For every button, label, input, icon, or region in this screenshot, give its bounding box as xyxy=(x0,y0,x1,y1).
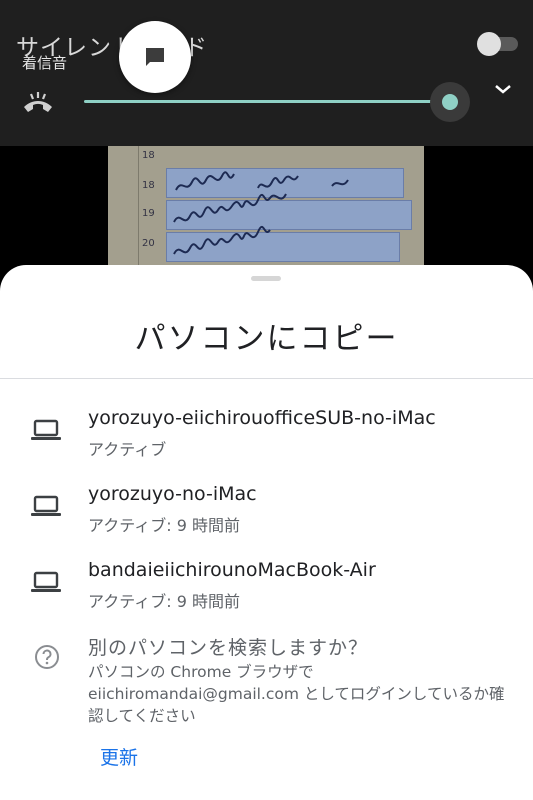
help-icon xyxy=(35,645,59,669)
notebook-photo: 18 18 19 20 xyxy=(108,146,424,276)
device-item[interactable]: yorozuyo-eiichirouofficeSUB-no-iMac アクティ… xyxy=(0,401,533,465)
device-item[interactable]: yorozuyo-no-iMac アクティブ: 9 時間前 xyxy=(0,477,533,541)
device-item[interactable]: bandaieiichirounoMacBook-Air アクティブ: 9 時間… xyxy=(0,553,533,617)
chat-bubble-button[interactable] xyxy=(119,21,191,93)
laptop-icon xyxy=(31,571,61,592)
chat-bubble-icon xyxy=(146,48,164,66)
background-photo-area: 18 18 19 20 xyxy=(0,146,533,276)
laptop-icon xyxy=(31,495,61,516)
help-body: パソコンの Chrome ブラウザで eiichiromandai@gmail.… xyxy=(88,663,505,725)
ringer-stream-label: 着信音 xyxy=(22,54,68,72)
ringer-icon[interactable] xyxy=(22,90,54,116)
device-status: アクティブ: 9 時間前 xyxy=(88,592,240,611)
silent-mode-toggle[interactable] xyxy=(477,32,501,56)
drag-handle[interactable] xyxy=(251,276,281,281)
device-name: yorozuyo-eiichirouofficeSUB-no-iMac xyxy=(88,407,436,429)
refresh-button[interactable]: 更新 xyxy=(100,743,138,770)
volume-panel: サイレントモード 着信音 xyxy=(0,0,533,146)
device-name: bandaieiichirounoMacBook-Air xyxy=(88,559,376,581)
laptop-icon xyxy=(31,419,61,440)
ringer-volume-thumb[interactable] xyxy=(442,94,458,110)
device-status: アクティブ xyxy=(88,440,167,459)
sheet-title: パソコンにコピー xyxy=(134,321,399,357)
divider xyxy=(0,378,533,379)
chevron-down-icon[interactable] xyxy=(492,78,514,100)
copy-to-computer-sheet: パソコンにコピー yorozuyo-eiichirouofficeSUB-no-… xyxy=(0,265,533,800)
device-name: yorozuyo-no-iMac xyxy=(88,483,257,505)
device-status: アクティブ: 9 時間前 xyxy=(88,516,240,535)
ringer-volume-slider[interactable] xyxy=(84,100,450,103)
help-title: 別のパソコンを検索しますか？ xyxy=(88,637,369,659)
handwriting-marks xyxy=(173,171,349,255)
